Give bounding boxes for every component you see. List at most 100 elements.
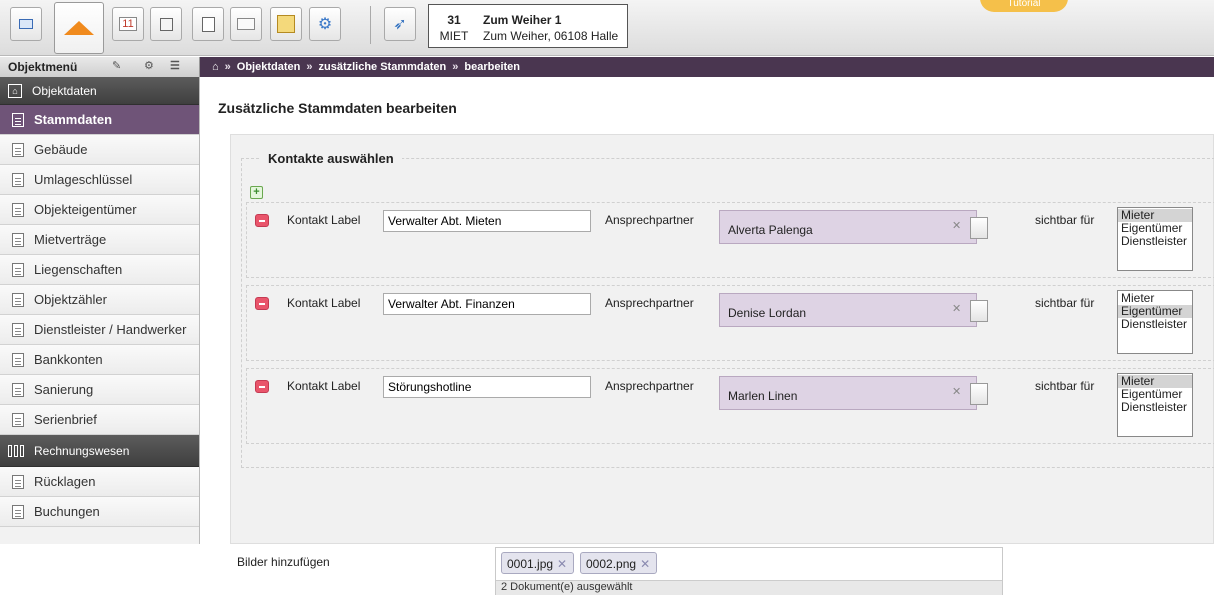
partner-select[interactable]: Denise Lordan ✕	[719, 293, 988, 327]
document-icon	[12, 172, 24, 187]
document-icon	[12, 322, 24, 337]
images-label: Bilder hinzufügen	[237, 555, 330, 569]
sidebar-item-objekteigentuemer[interactable]: Objekteigentümer	[0, 195, 199, 225]
launch-button[interactable]: ➶	[384, 7, 416, 41]
sidebar-item-stammdaten[interactable]: Stammdaten	[0, 105, 199, 135]
address-book-icon[interactable]	[970, 383, 988, 405]
document-icon	[12, 232, 24, 247]
calendar-list-button[interactable]	[150, 7, 182, 41]
contacts-legend: Kontakte auswählen	[260, 151, 402, 166]
upload-icon	[277, 15, 295, 33]
remove-contact-button[interactable]	[255, 380, 269, 393]
sidebar-item-liegenschaften[interactable]: Liegenschaften	[0, 255, 199, 285]
sidebar-section-label: Rechnungswesen	[34, 443, 130, 458]
document-icon	[12, 412, 24, 427]
settings-button[interactable]: ⚙	[309, 7, 341, 41]
partner-caption: Ansprechpartner	[605, 379, 694, 393]
sidebar-item-label: Dienstleister / Handwerker	[34, 322, 187, 337]
contact-label-caption: Kontakt Label	[287, 379, 361, 393]
tutorial-tab[interactable]: Tutorial	[980, 0, 1068, 12]
sidebar-item-label: Objektzähler	[34, 292, 107, 307]
add-contact-button[interactable]: +	[250, 186, 263, 199]
partner-select[interactable]: Marlen Linen ✕	[719, 376, 988, 410]
images-status: 2 Dokument(e) ausgewählt	[496, 580, 1002, 595]
document-icon	[12, 142, 24, 157]
sidebar-item-label: Buchungen	[34, 504, 100, 519]
sidebar-item-bankkonten[interactable]: Bankkonten	[0, 345, 199, 375]
visibility-listbox[interactable]: Mieter Eigentümer Dienstleister	[1117, 207, 1193, 271]
gear-settings-icon[interactable]: ⚙	[144, 59, 154, 72]
clear-icon[interactable]: ✕	[952, 302, 961, 315]
object-info-box[interactable]: 31 MIET Zum Weiher 1 Zum Weiher, 06108 H…	[428, 4, 628, 48]
page-title: Zusätzliche Stammdaten bearbeiten	[218, 100, 457, 116]
house-icon	[64, 21, 94, 35]
sidebar-item-label: Rücklagen	[34, 474, 96, 489]
sidebar-item-umlageschluessel[interactable]: Umlageschlüssel	[0, 165, 199, 195]
image-tag[interactable]: 0001.jpg ✕	[501, 552, 575, 574]
sidebar-item-objektzaehler[interactable]: Objektzähler	[0, 285, 199, 315]
address-book-icon[interactable]	[970, 217, 988, 239]
contact-row: Kontakt Label Ansprechpartner Denise Lor…	[246, 285, 1214, 361]
remove-tag-icon[interactable]: ✕	[640, 557, 650, 571]
sidebar-item-gebaeude[interactable]: Gebäude	[0, 135, 199, 165]
contact-label-input[interactable]	[383, 293, 591, 315]
remove-contact-button[interactable]	[255, 214, 269, 227]
sidebar-section-rechnungswesen[interactable]: Rechnungswesen	[0, 435, 199, 467]
document-icon	[12, 504, 24, 519]
listbox-option[interactable]: Dienstleister	[1118, 235, 1192, 248]
document-icon	[12, 382, 24, 397]
home-breadcrumb-icon[interactable]: ⌂	[212, 61, 219, 77]
clear-icon[interactable]: ✕	[952, 385, 961, 398]
listbox-option[interactable]: Dienstleister	[1118, 318, 1192, 331]
visible-caption: sichtbar für	[1035, 213, 1095, 227]
breadcrumb-item[interactable]: zusätzliche Stammdaten	[318, 61, 446, 77]
breadcrumb-item: bearbeiten	[464, 61, 521, 73]
sidebar-item-buchungen[interactable]: Buchungen	[0, 497, 199, 527]
sidebar-item-ruecklagen[interactable]: Rücklagen	[0, 467, 199, 497]
ledger-icon	[8, 444, 24, 457]
sidebar-item-label: Gebäude	[34, 142, 88, 157]
image-tag[interactable]: 0002.png ✕	[580, 552, 658, 574]
object-type: MIET	[439, 29, 469, 43]
sidebar-section-label: Objektdaten	[32, 83, 97, 98]
toolbar-divider	[370, 6, 371, 44]
breadcrumb-item[interactable]: Objektdaten	[237, 61, 301, 77]
sidebar-item-label: Stammdaten	[34, 112, 113, 127]
contact-label-caption: Kontakt Label	[287, 213, 361, 227]
images-tag-input[interactable]: 0001.jpg ✕ 0002.png ✕ 2 Dokument(e) ausgew…	[495, 547, 1003, 595]
remove-contact-button[interactable]	[255, 297, 269, 310]
remove-tag-icon[interactable]: ✕	[557, 557, 567, 571]
contact-label-input[interactable]	[383, 376, 591, 398]
partner-name: Denise Lordan	[728, 306, 807, 320]
object-menu-label: Objektmenü	[8, 60, 78, 74]
documents-button[interactable]	[192, 7, 224, 41]
sidebar-item-dienstleister[interactable]: Dienstleister / Handwerker	[0, 315, 199, 345]
home-button[interactable]	[54, 2, 104, 54]
object-address: Zum Weiher, 06108 Halle	[483, 29, 619, 43]
edit-settings-icon[interactable]: ✎	[112, 59, 121, 72]
image-tag-label: 0002.png	[586, 557, 637, 571]
partner-name: Marlen Linen	[728, 389, 798, 403]
menu-list-icon[interactable]: ☰	[170, 59, 180, 72]
upload-button[interactable]	[270, 7, 302, 41]
address-book-icon[interactable]	[970, 300, 988, 322]
mail-button[interactable]	[230, 7, 262, 41]
clear-icon[interactable]: ✕	[952, 219, 961, 232]
sidebar-item-sanierung[interactable]: Sanierung	[0, 375, 199, 405]
listbox-option[interactable]: Dienstleister	[1118, 401, 1192, 414]
menu-bar: Objektmenü ✎ ⚙ ☰ ⌂ » Objektdaten » zusät…	[0, 57, 1214, 77]
partner-select[interactable]: Alverta Palenga ✕	[719, 210, 988, 244]
contact-row: Kontakt Label Ansprechpartner Alverta Pa…	[246, 202, 1214, 278]
sidebar-item-mietvertraege[interactable]: Mietverträge	[0, 225, 199, 255]
visibility-listbox[interactable]: Mieter Eigentümer Dienstleister	[1117, 373, 1193, 437]
calendar-button[interactable]: 11	[112, 7, 144, 41]
mail-icon	[237, 18, 255, 30]
sidebar-item-serienbrief[interactable]: Serienbrief	[0, 405, 199, 435]
visibility-listbox[interactable]: Mieter Eigentümer Dienstleister	[1117, 290, 1193, 354]
sidebar-section-objektdaten[interactable]: ⌂ Objektdaten	[0, 77, 199, 105]
contact-label-input[interactable]	[383, 210, 591, 232]
top-toolbar: 11 ⚙ ➶ 31 MIET Zum Weiher 1 Zum Weiher, …	[0, 0, 1214, 56]
sidebar: ⌂ Objektdaten Stammdaten Gebäude Umlages…	[0, 77, 200, 544]
main-content: Zusätzliche Stammdaten bearbeiten Kontak…	[200, 77, 1214, 595]
id-card-button[interactable]	[10, 7, 42, 41]
